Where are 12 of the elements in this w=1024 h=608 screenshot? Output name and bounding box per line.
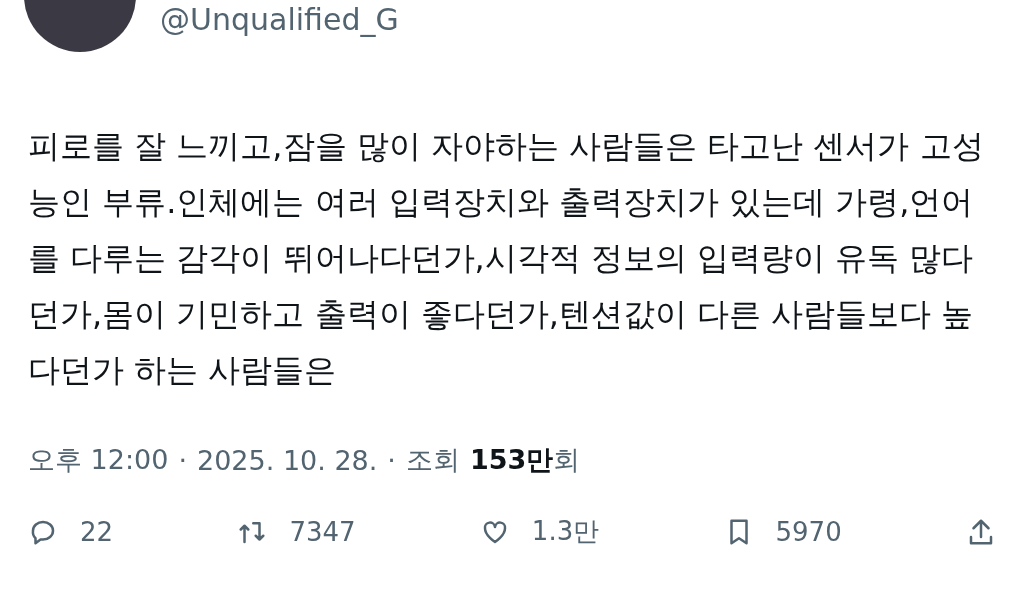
tweet-text: 피로를 잘 느끼고,잠을 많이 자야하는 사람들은 타고난 센서가 고성능인 부류.인체에는 여러 입력장치와 출력장치가 있는데 가령,언어를 다루는 감각이 뛰어나다던가,시각적 정보의 입력량이 유독 많다던가,몸이 기민하고 출력이 좋다던가,텐션값이 다른 사람들보다 높다던가 하는 사람들은 [28,126,985,391]
reply-button[interactable]: 22 [28,516,114,547]
post-time: 오후 12:00 [28,443,169,477]
user-handle: @Unqualified_G [160,2,399,37]
retweet-button[interactable]: 7347 [237,516,356,547]
views-label: 조회 [405,443,460,477]
separator-dot: · [178,444,187,476]
post-date: 2025. 10. 28. [197,444,378,476]
bookmark-button[interactable]: 5970 [723,516,842,547]
view-count: 153만회 [469,443,581,477]
separator-dot: · [387,444,396,476]
like-button[interactable]: 1.3만 [479,514,600,549]
